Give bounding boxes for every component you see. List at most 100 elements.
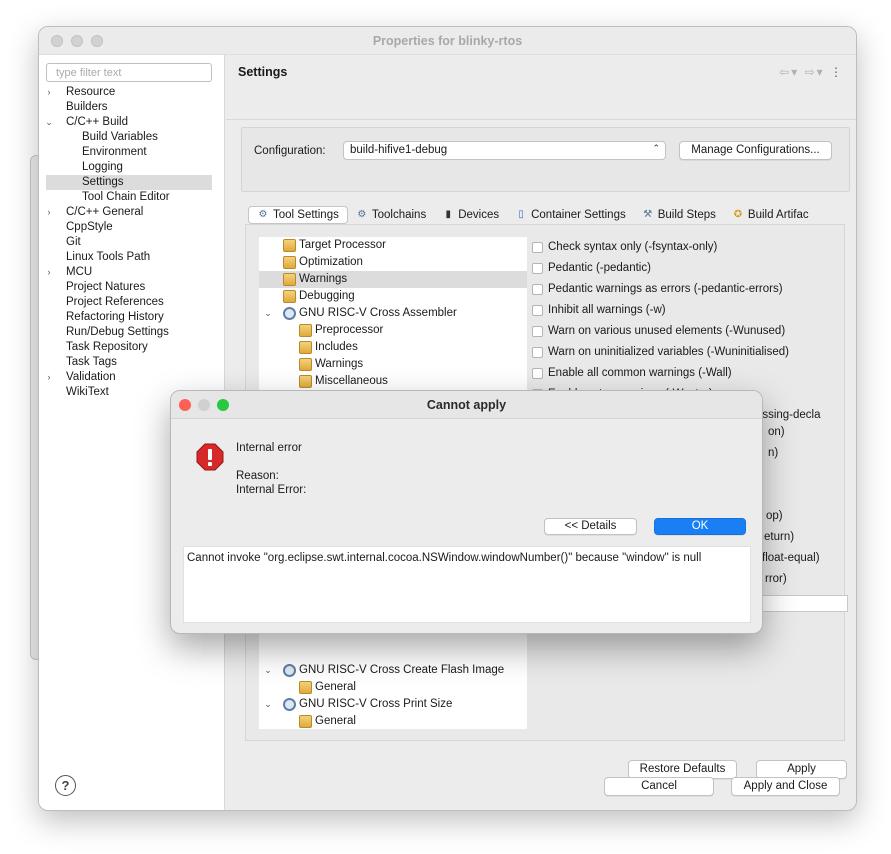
folder-icon — [299, 324, 312, 337]
more-menu-icon[interactable]: ⋮ — [830, 65, 844, 79]
option-label: Warn on uninitialized variables (-Wunini… — [548, 346, 789, 358]
window-title: Properties for blinky-rtos — [372, 34, 523, 48]
sidebar-item-label: Git — [66, 236, 81, 248]
checkbox[interactable] — [532, 305, 543, 316]
filter-input[interactable] — [46, 63, 212, 82]
tab-devices[interactable]: ▮ Devices — [434, 206, 507, 224]
dialog-title: Cannot apply — [426, 398, 507, 412]
sidebar-item-label: Tool Chain Editor — [82, 191, 170, 203]
sidebar-item-label: Environment — [82, 146, 147, 158]
nav-arrows: ⇦▾ ⇨▾ ⋮ — [779, 65, 844, 79]
back-arrow-icon[interactable]: ⇦▾ — [779, 65, 799, 79]
sidebar-item-resource[interactable]: › Resource — [46, 85, 212, 100]
tool-tree-item[interactable]: Optimization — [259, 254, 527, 271]
checkbox[interactable] — [532, 263, 543, 274]
folder-icon — [283, 290, 296, 303]
sidebar-item-builders[interactable]: Builders — [46, 100, 212, 115]
warning-option[interactable]: Warn on uninitialized variables (-Wunini… — [532, 342, 842, 363]
chevron-right-icon[interactable]: › — [43, 205, 55, 220]
help-icon[interactable]: ? — [55, 775, 76, 796]
tool-tree-label: General — [315, 681, 356, 693]
tool-tree-item[interactable]: Target Processor — [259, 237, 527, 254]
window-titlebar: Properties for blinky-rtos — [39, 27, 856, 55]
apply-and-close-button[interactable]: Apply and Close — [731, 777, 840, 796]
sidebar-item-project-natures[interactable]: Project Natures — [46, 280, 212, 295]
forward-arrow-icon[interactable]: ⇨▾ — [805, 65, 825, 79]
chevron-right-icon[interactable]: › — [43, 85, 55, 100]
sidebar-item-logging[interactable]: Logging — [46, 160, 212, 175]
tool-tree-item[interactable]: Preprocessor — [259, 322, 527, 339]
sidebar-item-c-c-general[interactable]: › C/C++ General — [46, 205, 212, 220]
chevron-right-icon[interactable]: › — [43, 265, 55, 280]
sidebar-item-environment[interactable]: Environment — [46, 145, 212, 160]
gear-icon — [283, 664, 296, 677]
sidebar-item-linux-tools-path[interactable]: Linux Tools Path — [46, 250, 212, 265]
tab-toolchains[interactable]: ⚙ Toolchains — [348, 206, 434, 224]
sidebar-item-task-tags[interactable]: Task Tags — [46, 355, 212, 370]
error-icon — [196, 443, 224, 471]
warning-option[interactable]: Warn on various unused elements (-Wunuse… — [532, 321, 842, 342]
tab-container-settings[interactable]: ▯ Container Settings — [507, 206, 634, 224]
sidebar-item-mcu[interactable]: › MCU — [46, 265, 212, 280]
tab-tool-settings[interactable]: ⚙ Tool Settings — [248, 206, 348, 224]
chevron-down-icon[interactable]: ⌄ — [262, 696, 274, 713]
sidebar-item-run-debug-settings[interactable]: Run/Debug Settings — [46, 325, 212, 340]
sidebar-item-settings[interactable]: Settings — [46, 175, 212, 190]
sidebar-item-cppstyle[interactable]: CppStyle — [46, 220, 212, 235]
tool-tree-item[interactable]: Includes — [259, 339, 527, 356]
checkbox[interactable] — [532, 368, 543, 379]
sidebar-item-label: Linux Tools Path — [66, 251, 151, 263]
sidebar-item-label: WikiText — [66, 386, 109, 398]
checkbox[interactable] — [532, 242, 543, 253]
sidebar-item-build-variables[interactable]: Build Variables — [46, 130, 212, 145]
sidebar-item-label: Validation — [66, 371, 116, 383]
error-details-log: Cannot invoke "org.eclipse.swt.internal.… — [183, 546, 751, 623]
tool-tree-label: Miscellaneous — [315, 375, 388, 387]
ok-button[interactable]: OK — [654, 518, 746, 535]
details-button[interactable]: << Details — [544, 518, 637, 535]
cancel-button[interactable]: Cancel — [604, 777, 714, 796]
tool-tree-label: Warnings — [315, 358, 364, 370]
tool-tree-item[interactable]: Miscellaneous — [259, 373, 527, 390]
warning-option[interactable]: Enable all common warnings (-Wall) — [532, 363, 842, 384]
checkbox[interactable] — [532, 284, 543, 295]
tool-tree-label: Warnings — [299, 273, 348, 285]
sidebar-item-refactoring-history[interactable]: Refactoring History — [46, 310, 212, 325]
cannot-apply-dialog: Cannot apply Internal error Reason: Inte… — [170, 390, 763, 634]
tool-tree-item[interactable]: ⌄ GNU RISC-V Cross Print Size — [259, 696, 527, 713]
sidebar-item-tool-chain-editor[interactable]: Tool Chain Editor — [46, 190, 212, 205]
configuration-select[interactable]: build-hifive1-debug ⌃ — [343, 141, 666, 160]
sidebar-item-git[interactable]: Git — [46, 235, 212, 250]
sidebar-item-c-c-build[interactable]: ⌄ C/C++ Build — [43, 115, 212, 130]
chevron-down-icon[interactable]: ⌄ — [43, 115, 55, 130]
tool-tree-item[interactable]: Warnings — [259, 271, 527, 288]
option-label: Enable all common warnings (-Wall) — [548, 367, 732, 379]
tool-tree-item[interactable]: General — [259, 713, 527, 729]
sidebar-item-task-repository[interactable]: Task Repository — [46, 340, 212, 355]
sidebar-item-project-references[interactable]: Project References — [46, 295, 212, 310]
sidebar-item-validation[interactable]: › Validation — [46, 370, 212, 385]
tab-build-artifac[interactable]: ✪ Build Artifac — [724, 206, 817, 224]
gear-icon: ⚙ — [258, 209, 268, 220]
checkbox[interactable] — [532, 347, 543, 358]
warning-option[interactable]: Pedantic (-pedantic) — [532, 258, 842, 279]
warning-option[interactable]: Check syntax only (-fsyntax-only) — [532, 237, 842, 258]
tool-tree-item[interactable]: Warnings — [259, 356, 527, 373]
configuration-value: build-hifive1-debug — [350, 144, 448, 156]
tab-build-steps[interactable]: ⚒ Build Steps — [634, 206, 724, 224]
option-label-partial: float-equal) — [762, 552, 820, 564]
warning-option[interactable]: Pedantic warnings as errors (-pedantic-e… — [532, 279, 842, 300]
artifact-icon: ✪ — [733, 209, 743, 220]
tool-tree-item[interactable]: General — [259, 679, 527, 696]
chevron-right-icon[interactable]: › — [43, 370, 55, 385]
chevron-down-icon[interactable]: ⌄ — [262, 305, 274, 322]
tool-tree-item[interactable]: Debugging — [259, 288, 527, 305]
folder-icon — [299, 375, 312, 388]
checkbox[interactable] — [532, 326, 543, 337]
chevron-down-icon[interactable]: ⌄ — [262, 662, 274, 679]
tool-tree-item[interactable]: ⌄ GNU RISC-V Cross Assembler — [259, 305, 527, 322]
option-label: Check syntax only (-fsyntax-only) — [548, 241, 718, 253]
manage-configurations-button[interactable]: Manage Configurations... — [679, 141, 832, 160]
warning-option[interactable]: Inhibit all warnings (-w) — [532, 300, 842, 321]
tool-tree-item[interactable]: ⌄ GNU RISC-V Cross Create Flash Image — [259, 662, 527, 679]
